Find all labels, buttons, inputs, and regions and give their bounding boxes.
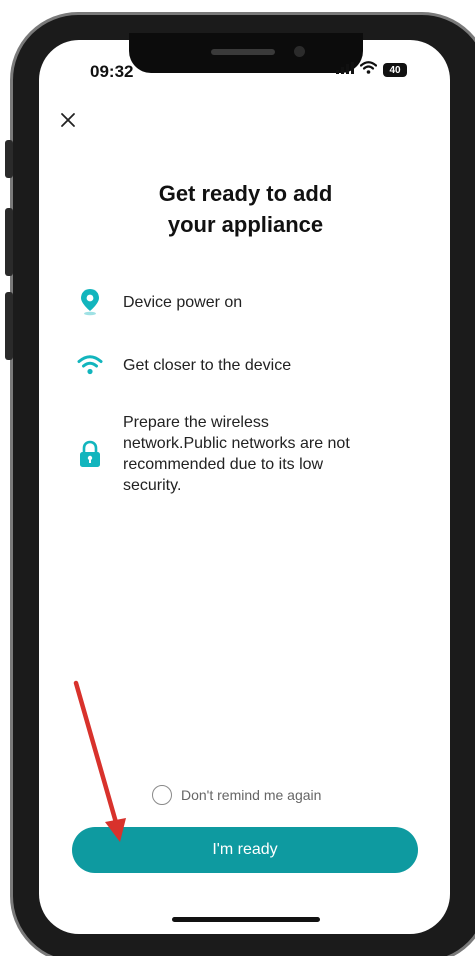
signal-icon <box>336 61 354 79</box>
lock-icon <box>76 440 104 468</box>
checklist-item-label: Prepare the wireless network.Public netw… <box>123 414 350 494</box>
notch <box>129 33 363 73</box>
status-time: 09:32 <box>90 62 134 81</box>
home-indicator <box>172 917 320 922</box>
battery-icon: 40 <box>383 63 407 77</box>
checklist-item-power: Device power on <box>76 288 242 316</box>
close-button[interactable] <box>58 110 78 130</box>
speaker <box>211 49 275 55</box>
page-title: Get ready to add your appliance <box>158 181 333 237</box>
volume-down-button <box>5 292 13 360</box>
location-pin-icon <box>76 288 104 316</box>
wifi-status-icon <box>359 61 378 79</box>
dont-remind-option[interactable]: Don't remind me again <box>152 785 321 805</box>
page: 09:32 40 Get ready to add your appliance <box>0 0 475 956</box>
mute-switch <box>5 140 13 178</box>
status-icons: 40 <box>336 61 407 79</box>
checklist-item-distance: Get closer to the device <box>76 351 291 379</box>
volume-up-button <box>5 208 13 276</box>
camera <box>294 46 305 57</box>
checklist-item-label: Get closer to the device <box>123 356 292 374</box>
wifi-icon <box>76 351 104 379</box>
close-icon <box>61 113 75 127</box>
dont-remind-radio[interactable] <box>152 785 172 805</box>
dont-remind-label: Don't remind me again <box>181 787 322 803</box>
im-ready-button[interactable]: I'm ready <box>72 827 418 873</box>
checklist-item-label: Device power on <box>123 293 243 311</box>
checklist-item-network: Prepare the wireless network.Public netw… <box>76 412 376 496</box>
